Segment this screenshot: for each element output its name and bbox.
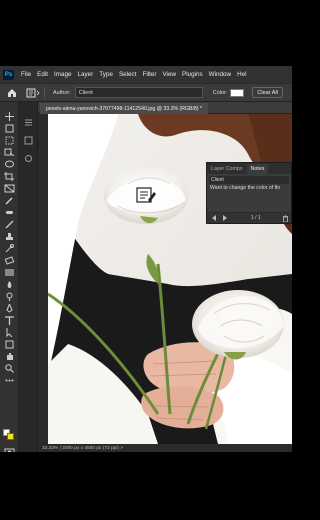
secondary-panel-strip xyxy=(19,102,38,452)
tab-notes[interactable]: Notes xyxy=(246,164,269,174)
menu-help[interactable]: Hel xyxy=(234,71,249,78)
note-text-area[interactable]: Want to change the color of flo xyxy=(209,185,289,205)
clear-all-button[interactable]: Clear All xyxy=(252,87,283,98)
document-tab-bar: pexels-alena-yanovich-37077498-11412540.… xyxy=(38,102,292,114)
eraser-icon[interactable] xyxy=(4,252,15,265)
hand-tool-icon[interactable] xyxy=(4,348,15,360)
panel-toggle-icon-2[interactable] xyxy=(23,132,34,145)
notes-panel-footer: 1 / 1 xyxy=(207,212,291,223)
marquee-tool-icon[interactable] xyxy=(4,132,15,145)
options-bar: Author: Client Color: Clear All xyxy=(0,83,292,102)
history-brush-icon[interactable] xyxy=(4,240,15,253)
panel-toggle-icon-3[interactable] xyxy=(23,150,34,162)
menu-filter[interactable]: Filter xyxy=(139,71,159,78)
menu-edit[interactable]: Edit xyxy=(34,71,51,78)
menu-image[interactable]: Image xyxy=(51,71,75,78)
notes-panel: Layer Comps Notes Client Want to change … xyxy=(206,162,292,224)
background-color-swatch[interactable] xyxy=(7,433,14,440)
type-tool-icon[interactable] xyxy=(4,312,15,325)
panel-toggle-icon[interactable] xyxy=(23,114,34,126)
home-icon[interactable] xyxy=(6,87,18,99)
author-input[interactable]: Client xyxy=(74,87,203,98)
ps-logo: Ps xyxy=(3,69,14,80)
gradient-tool-icon[interactable] xyxy=(4,264,15,276)
next-icon[interactable] xyxy=(221,214,229,222)
menu-view[interactable]: View xyxy=(159,71,179,78)
trash-icon[interactable] xyxy=(282,215,289,223)
menu-file[interactable]: File xyxy=(18,71,34,78)
menu-type[interactable]: Type xyxy=(96,71,116,78)
menu-plugins[interactable]: Plugins xyxy=(179,71,206,78)
crop-tool-icon[interactable] xyxy=(4,168,15,181)
quick-mask-icon[interactable] xyxy=(4,444,15,452)
status-bar: 33.33% | 3000 px x 4500 px (72 ppi) > xyxy=(38,444,292,452)
color-label: Color: xyxy=(212,89,228,96)
author-label: Author: xyxy=(53,89,71,96)
move-tool-icon[interactable] xyxy=(4,108,15,121)
lasso-tool-icon[interactable] xyxy=(4,156,15,168)
prev-icon[interactable] xyxy=(210,214,218,222)
tools-panel xyxy=(0,102,19,452)
path-select-icon[interactable] xyxy=(4,324,15,338)
artboard-tool-icon[interactable] xyxy=(4,120,15,133)
zoom-tool-icon[interactable] xyxy=(4,360,15,373)
note-icon[interactable] xyxy=(136,186,156,204)
healing-brush-icon[interactable] xyxy=(4,204,15,214)
blur-tool-icon[interactable] xyxy=(4,276,15,288)
pen-tool-icon[interactable] xyxy=(4,300,15,313)
brush-tool-icon[interactable] xyxy=(4,216,15,229)
eyedropper-icon[interactable] xyxy=(4,192,15,205)
menu-select[interactable]: Select xyxy=(116,71,140,78)
note-tool-icon[interactable] xyxy=(26,87,40,99)
menu-window[interactable]: Window xyxy=(206,71,234,78)
frame-tool-icon[interactable] xyxy=(4,180,15,193)
photoshop-window: Ps File Edit Image Layer Type Select Fil… xyxy=(0,66,292,452)
rectangle-tool-icon[interactable] xyxy=(4,336,15,349)
panel-tabs: Layer Comps Notes xyxy=(207,163,291,174)
menu-bar: Ps File Edit Image Layer Type Select Fil… xyxy=(0,66,292,83)
options-separator xyxy=(44,86,45,99)
note-author: Client xyxy=(209,176,289,184)
more-tools-icon[interactable] xyxy=(4,372,15,382)
note-pager: 1 / 1 xyxy=(251,215,261,221)
stamp-tool-icon[interactable] xyxy=(4,228,15,240)
tab-layer-comps[interactable]: Layer Comps xyxy=(207,164,247,174)
document-tab[interactable]: pexels-alena-yanovich-37077498-11412540.… xyxy=(40,103,208,114)
note-color-swatch[interactable] xyxy=(230,88,245,97)
object-select-icon[interactable] xyxy=(4,144,15,157)
menu-layer[interactable]: Layer xyxy=(75,71,97,78)
dodge-tool-icon[interactable] xyxy=(4,288,15,301)
